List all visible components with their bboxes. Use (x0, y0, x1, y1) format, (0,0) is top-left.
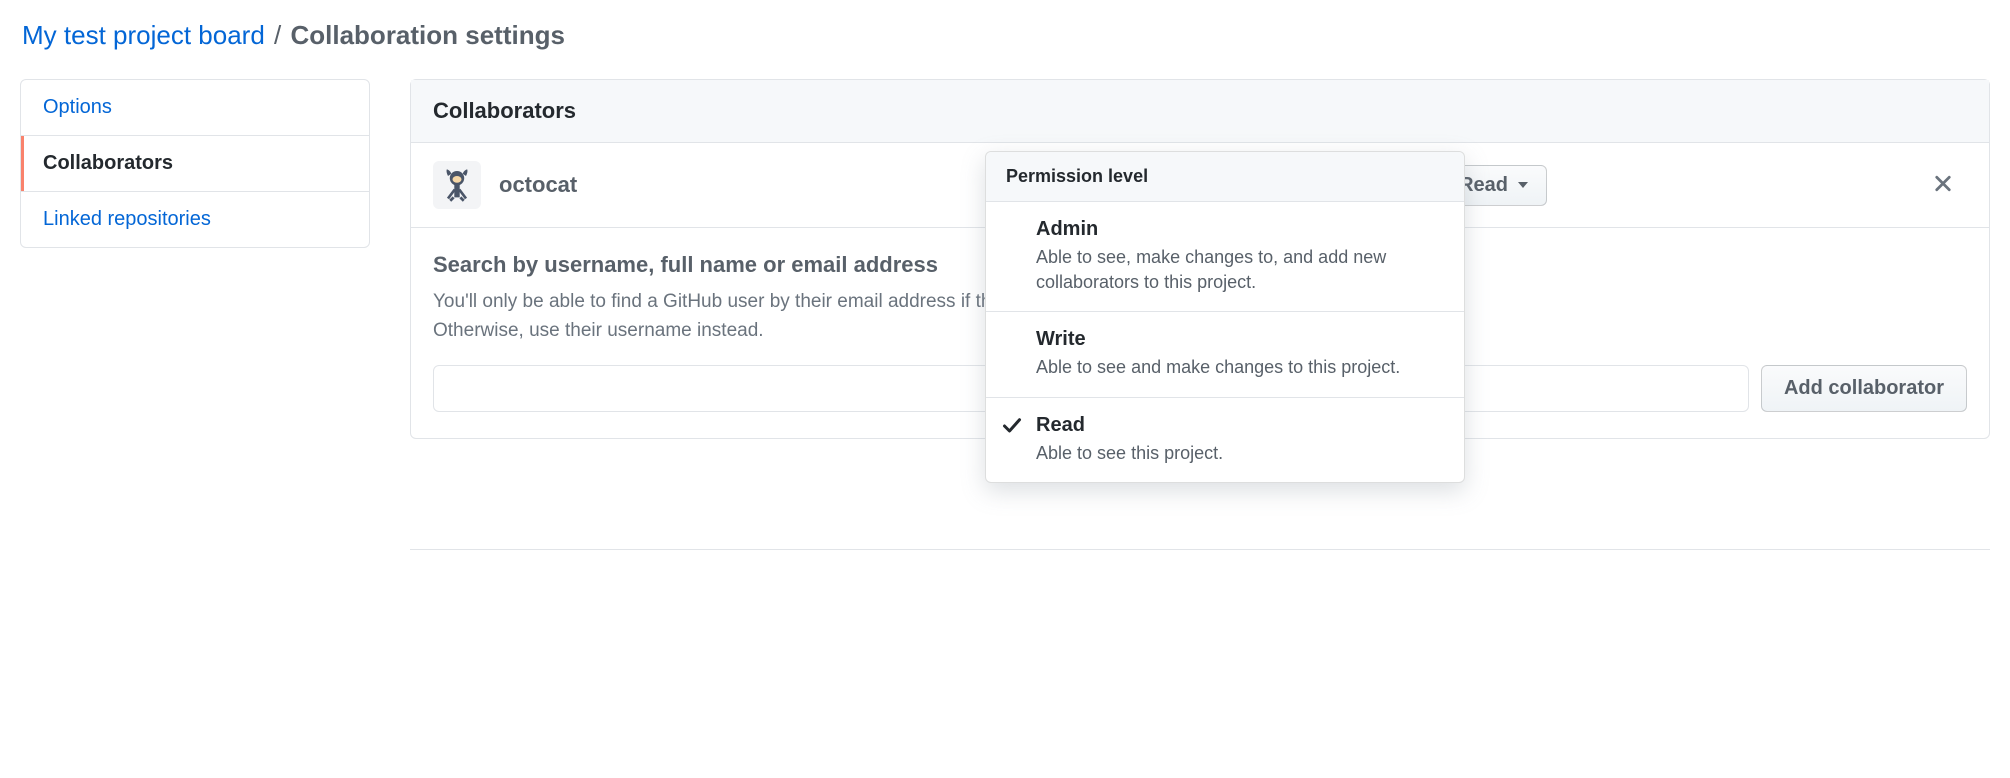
panel-title: Collaborators (411, 80, 1989, 143)
permission-dropdown-menu: Permission level Admin Able to see, make… (985, 151, 1465, 483)
sidebar-item-label: Collaborators (43, 152, 173, 174)
dropdown-item-title: Admin (1036, 218, 1444, 241)
dropdown-item-admin[interactable]: Admin Able to see, make changes to, and … (986, 202, 1464, 312)
settings-sidebar: Options Collaborators Linked repositorie… (20, 79, 370, 248)
breadcrumb-current: Collaboration settings (290, 20, 564, 50)
sidebar-item-options[interactable]: Options (21, 80, 369, 136)
dropdown-item-title: Write (1036, 328, 1444, 351)
dropdown-item-description: Able to see and make changes to this pro… (1036, 355, 1444, 380)
breadcrumb: My test project board / Collaboration se… (20, 20, 1990, 51)
remove-collaborator-button[interactable] (1927, 168, 1959, 203)
sidebar-item-label: Options (43, 96, 112, 118)
sidebar-item-label: Linked repositories (43, 208, 211, 230)
octocat-icon (439, 167, 475, 203)
dropdown-item-read[interactable]: Read Able to see this project. (986, 398, 1464, 482)
dropdown-item-description: Able to see this project. (1036, 441, 1444, 466)
sidebar-item-collaborators[interactable]: Collaborators (21, 136, 369, 192)
divider (410, 549, 1990, 550)
sidebar-item-linked-repositories[interactable]: Linked repositories (21, 192, 369, 247)
main-content: Collaborators octocat Read (410, 79, 1990, 550)
dropdown-item-write[interactable]: Write Able to see and make changes to th… (986, 312, 1464, 397)
close-icon (1933, 174, 1953, 194)
dropdown-item-title: Read (1036, 414, 1444, 437)
check-icon (1002, 416, 1022, 439)
breadcrumb-separator: / (274, 20, 281, 50)
dropdown-header: Permission level (986, 152, 1464, 202)
permission-selected-label: Read (1459, 174, 1508, 197)
dropdown-item-description: Able to see, make changes to, and add ne… (1036, 245, 1444, 295)
caret-down-icon (1518, 182, 1528, 188)
avatar (433, 161, 481, 209)
add-collaborator-button[interactable]: Add collaborator (1761, 365, 1967, 412)
breadcrumb-parent-link[interactable]: My test project board (22, 20, 265, 50)
